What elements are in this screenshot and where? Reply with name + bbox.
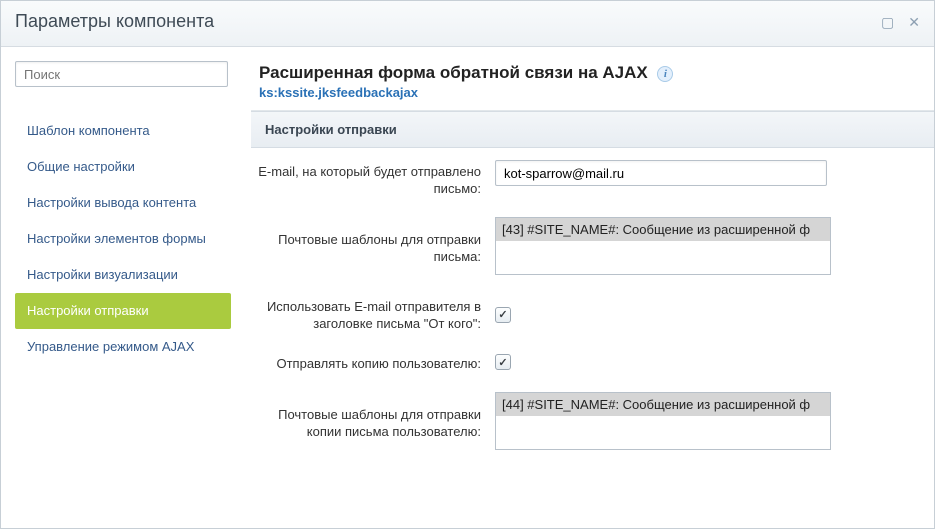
content-scroll[interactable]: Настройки отправки E-mail, на который бу…	[251, 110, 934, 528]
sidebar-item-3[interactable]: Настройки элементов формы	[15, 221, 231, 257]
sidebar-item-0[interactable]: Шаблон компонента	[15, 113, 231, 149]
row-use-sender: Использовать E-mail отправителя в заголо…	[251, 287, 934, 344]
sidebar-item-2[interactable]: Настройки вывода контента	[15, 185, 231, 221]
copy-templates-select[interactable]: [44] #SITE_NAME#: Сообщение из расширенн…	[495, 392, 831, 450]
use-sender-checkbox[interactable]: ✓	[495, 307, 511, 323]
row-copy-templates: Почтовые шаблоны для отправки копии пись…	[251, 384, 934, 462]
close-icon[interactable]: ✕	[908, 15, 920, 29]
row-send-copy: Отправлять копию пользователю: ✓	[251, 344, 934, 384]
sidebar-item-1[interactable]: Общие настройки	[15, 149, 231, 185]
page-title: Расширенная форма обратной связи на AJAX	[259, 63, 648, 82]
label-email: E-mail, на который будет отправлено пись…	[251, 160, 495, 197]
sidebar-item-4[interactable]: Настройки визуализации	[15, 257, 231, 293]
sidebar-nav: Шаблон компонентаОбщие настройкиНастройк…	[15, 113, 241, 365]
dialog-title: Параметры компонента	[15, 11, 214, 32]
send-copy-checkbox[interactable]: ✓	[495, 354, 511, 370]
component-settings-dialog: Параметры компонента ▢ ✕ Шаблон компонен…	[0, 0, 935, 529]
label-send-copy: Отправлять копию пользователю:	[251, 352, 495, 372]
sidebar: Шаблон компонентаОбщие настройкиНастройк…	[1, 47, 251, 528]
dialog-body: Шаблон компонентаОбщие настройкиНастройк…	[1, 47, 934, 528]
maximize-icon[interactable]: ▢	[881, 15, 894, 29]
row-email: E-mail, на который будет отправлено пись…	[251, 148, 934, 209]
heading-area: Расширенная форма обратной связи на AJAX…	[251, 47, 934, 110]
email-input[interactable]	[495, 160, 827, 186]
templates-option[interactable]: [43] #SITE_NAME#: Сообщение из расширенн…	[496, 218, 830, 241]
label-templates: Почтовые шаблоны для отправки письма:	[251, 228, 495, 265]
main-panel: Расширенная форма обратной связи на AJAX…	[251, 47, 934, 528]
row-templates: Почтовые шаблоны для отправки письма: [4…	[251, 209, 934, 287]
label-copy-templates: Почтовые шаблоны для отправки копии пись…	[251, 403, 495, 440]
component-code: ks:kssite.jksfeedbackajax	[259, 85, 910, 100]
info-icon[interactable]: i	[657, 66, 673, 82]
templates-select[interactable]: [43] #SITE_NAME#: Сообщение из расширенн…	[495, 217, 831, 275]
titlebar-controls: ▢ ✕	[881, 15, 920, 29]
copy-templates-option[interactable]: [44] #SITE_NAME#: Сообщение из расширенн…	[496, 393, 830, 416]
sidebar-item-6[interactable]: Управление режимом AJAX	[15, 329, 231, 365]
section-header: Настройки отправки	[251, 111, 934, 148]
search-input[interactable]	[15, 61, 228, 87]
dialog-titlebar: Параметры компонента ▢ ✕	[1, 1, 934, 47]
sidebar-item-5[interactable]: Настройки отправки	[15, 293, 231, 329]
label-use-sender: Использовать E-mail отправителя в заголо…	[251, 295, 495, 332]
